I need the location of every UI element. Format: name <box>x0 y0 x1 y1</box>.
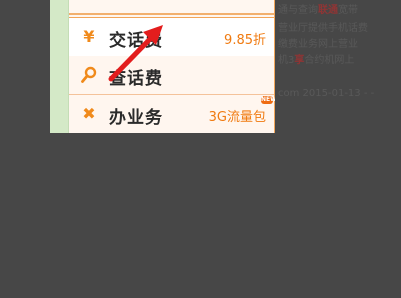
result-line-1: 通与查询联通宽带 <box>278 5 358 17</box>
menu-item-check-balance[interactable]: 查话费 <box>69 56 274 95</box>
left-green-strip <box>50 0 69 133</box>
result-line-4: 机3享合约机网上 <box>278 55 354 67</box>
result-line-5: com 2015-01-13 - - <box>278 88 375 99</box>
service-menu: ¥ 交话费 9.85折 查话费 ✖ 办业务 3G流量包 NEW <box>69 0 275 133</box>
menu-item-label: 查话费 <box>109 69 163 89</box>
result-text: 通与查询 <box>278 5 318 16</box>
result-text: 合约机网上 <box>304 55 355 66</box>
discount-note: 9.85折 <box>224 33 266 48</box>
menu-item-label: 办业务 <box>109 108 163 128</box>
menu-item-recharge[interactable]: ¥ 交话费 9.85折 <box>69 17 274 57</box>
result-line-3: 缴费业务网上营业 <box>278 39 358 50</box>
menu-item-label: 交话费 <box>109 31 163 51</box>
result-line-2: 营业厅提供手机话费 <box>278 23 368 34</box>
new-badge: NEW <box>261 96 275 104</box>
result-highlight: 享 <box>294 55 305 66</box>
result-highlight: 联通 <box>318 5 338 16</box>
menu-item-services[interactable]: ✖ 办业务 3G流量包 NEW <box>69 95 275 133</box>
highlighted-panel: ¥ 交话费 9.85折 查话费 ✖ 办业务 3G流量包 NEW <box>50 0 275 133</box>
search-icon <box>80 66 98 84</box>
background-search-result: 通与查询联通宽带 营业厅提供手机话费 缴费业务网上营业 机3享合约机网上 com… <box>275 0 401 133</box>
result-text: 宽带 <box>338 5 358 16</box>
menu-top-edge <box>69 0 274 15</box>
yen-icon: ¥ <box>83 27 95 46</box>
result-text: 机3 <box>278 55 295 66</box>
screenshot-stage: ¥ 交话费 9.85折 查话费 ✖ 办业务 3G流量包 NEW 通与查询联通宽带… <box>0 0 401 298</box>
tools-icon: ✖ <box>82 104 96 123</box>
traffic-package-note: 3G流量包 <box>208 110 266 125</box>
